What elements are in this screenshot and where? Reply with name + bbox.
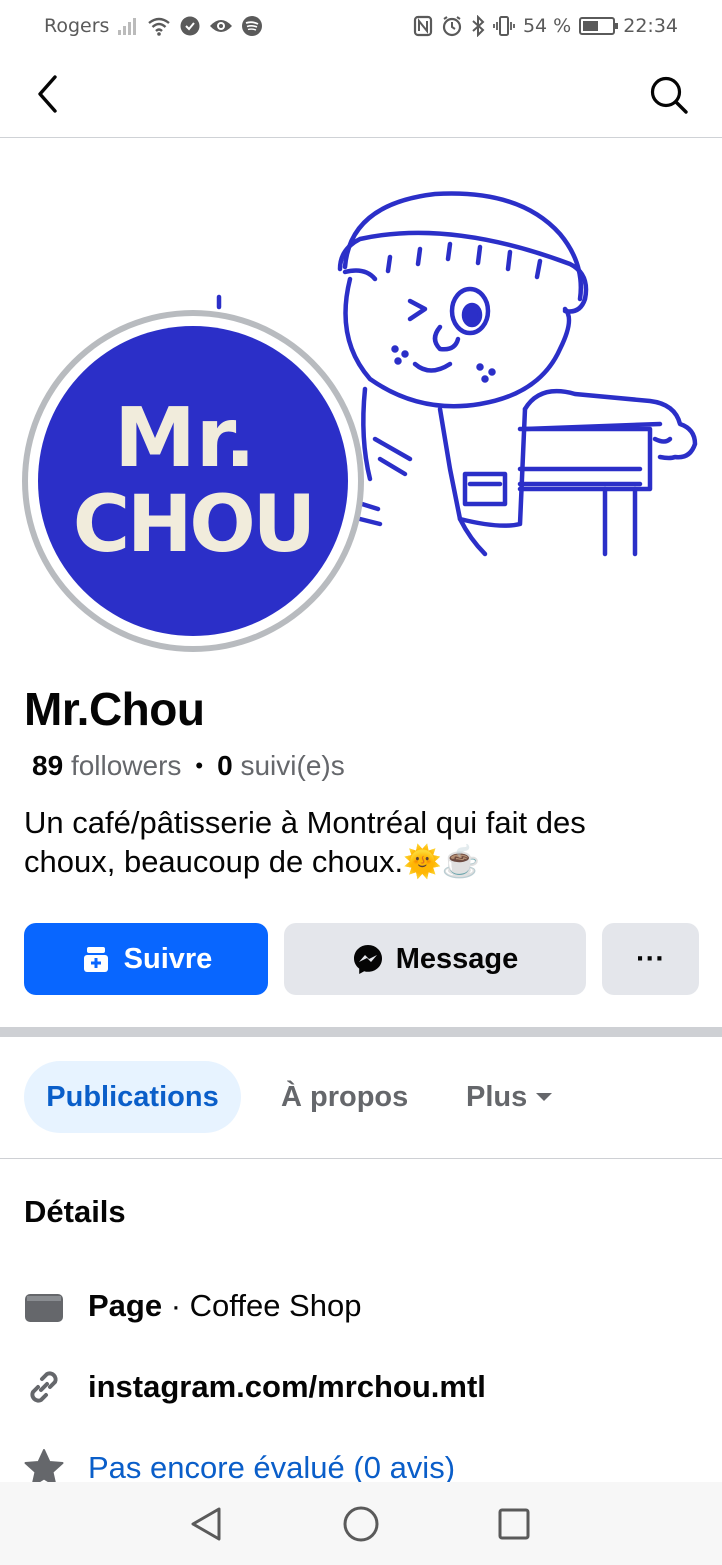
more-label: ··· bbox=[636, 942, 665, 975]
website-row[interactable]: instagram.com/mrchou.mtl bbox=[24, 1365, 486, 1409]
battery-level bbox=[583, 21, 599, 31]
message-button[interactable]: Message bbox=[284, 923, 586, 995]
page-bio: Un café/pâtisserie à Montréal qui fait d… bbox=[24, 803, 704, 881]
battery-icon bbox=[579, 17, 619, 35]
separator-dot: • bbox=[195, 753, 204, 778]
profile-tabs: Publications À propos Plus bbox=[0, 1037, 722, 1159]
vibrate-icon bbox=[493, 15, 515, 37]
signal-icon bbox=[117, 16, 139, 36]
tab-publications[interactable]: Publications bbox=[24, 1061, 241, 1133]
follow-button[interactable]: Suivre bbox=[24, 923, 268, 995]
following-label[interactable]: suivi(e)s bbox=[240, 750, 344, 782]
category-value: Coffee Shop bbox=[189, 1288, 362, 1323]
top-nav bbox=[0, 52, 722, 138]
more-options-button[interactable]: ··· bbox=[602, 923, 699, 995]
following-count[interactable]: 0 bbox=[217, 750, 233, 782]
message-label: Message bbox=[395, 942, 519, 975]
tab-more[interactable]: Plus bbox=[466, 1061, 553, 1133]
brand-logo: Mr. CHOU bbox=[73, 391, 316, 570]
back-button[interactable] bbox=[26, 72, 70, 116]
nav-home-button[interactable] bbox=[341, 1504, 381, 1544]
category-row: Page · Coffee Shop bbox=[24, 1284, 361, 1328]
circle-home-icon bbox=[343, 1506, 379, 1542]
spotify-icon bbox=[241, 15, 263, 37]
caret-down-icon bbox=[535, 1091, 553, 1103]
section-divider bbox=[0, 1027, 722, 1037]
svg-text:Mr.: Mr. bbox=[114, 391, 256, 486]
messenger-icon bbox=[352, 943, 384, 975]
nav-recents-button[interactable] bbox=[494, 1504, 534, 1544]
alarm-icon bbox=[441, 15, 463, 37]
follow-icon bbox=[80, 943, 112, 975]
followers-label[interactable]: followers bbox=[71, 750, 181, 782]
profile-picture[interactable]: Mr. CHOU bbox=[22, 310, 364, 652]
tab-about[interactable]: À propos bbox=[281, 1061, 408, 1133]
wifi-icon bbox=[147, 16, 171, 36]
status-bar: Rogers 54 % 22:34 bbox=[0, 0, 722, 52]
rating-link[interactable]: Pas encore évalué (0 avis) bbox=[88, 1450, 455, 1486]
status-left: Rogers bbox=[44, 15, 263, 37]
category-separator: · bbox=[162, 1288, 190, 1323]
carrier-label: Rogers bbox=[44, 15, 110, 37]
details-heading: Détails bbox=[24, 1194, 126, 1229]
follow-label: Suivre bbox=[123, 942, 213, 975]
bio-line-1: Un café/pâtisserie à Montréal qui fait d… bbox=[24, 805, 586, 840]
square-recents-icon bbox=[498, 1508, 530, 1540]
system-nav-bar bbox=[0, 1482, 722, 1565]
chevron-left-icon bbox=[38, 75, 57, 113]
battery-percent: 54 % bbox=[522, 15, 572, 37]
category-type: Page bbox=[88, 1288, 163, 1323]
clapperboard-icon bbox=[24, 1286, 64, 1326]
website-link[interactable]: instagram.com/mrchou.mtl bbox=[88, 1369, 486, 1405]
search-icon bbox=[650, 76, 688, 114]
status-right: 54 % 22:34 bbox=[413, 15, 678, 37]
link-icon bbox=[24, 1367, 64, 1407]
triangle-back-icon bbox=[191, 1507, 221, 1541]
search-button[interactable] bbox=[646, 72, 692, 118]
eye-icon bbox=[209, 17, 233, 35]
bluetooth-icon bbox=[471, 15, 485, 37]
vpn-icon bbox=[179, 15, 201, 37]
svg-text:CHOU: CHOU bbox=[73, 480, 313, 570]
follow-stats: 89 followers • 0 suivi(e)s bbox=[32, 750, 345, 782]
nfc-icon bbox=[413, 15, 433, 37]
logo-disc: Mr. CHOU bbox=[38, 326, 348, 636]
followers-count[interactable]: 89 bbox=[32, 750, 63, 782]
clock: 22:34 bbox=[623, 15, 678, 37]
bio-line-2: choux, beaucoup de choux.🌞☕ bbox=[24, 844, 481, 879]
page-title: Mr.Chou bbox=[24, 683, 205, 735]
nav-back-button[interactable] bbox=[186, 1504, 226, 1544]
